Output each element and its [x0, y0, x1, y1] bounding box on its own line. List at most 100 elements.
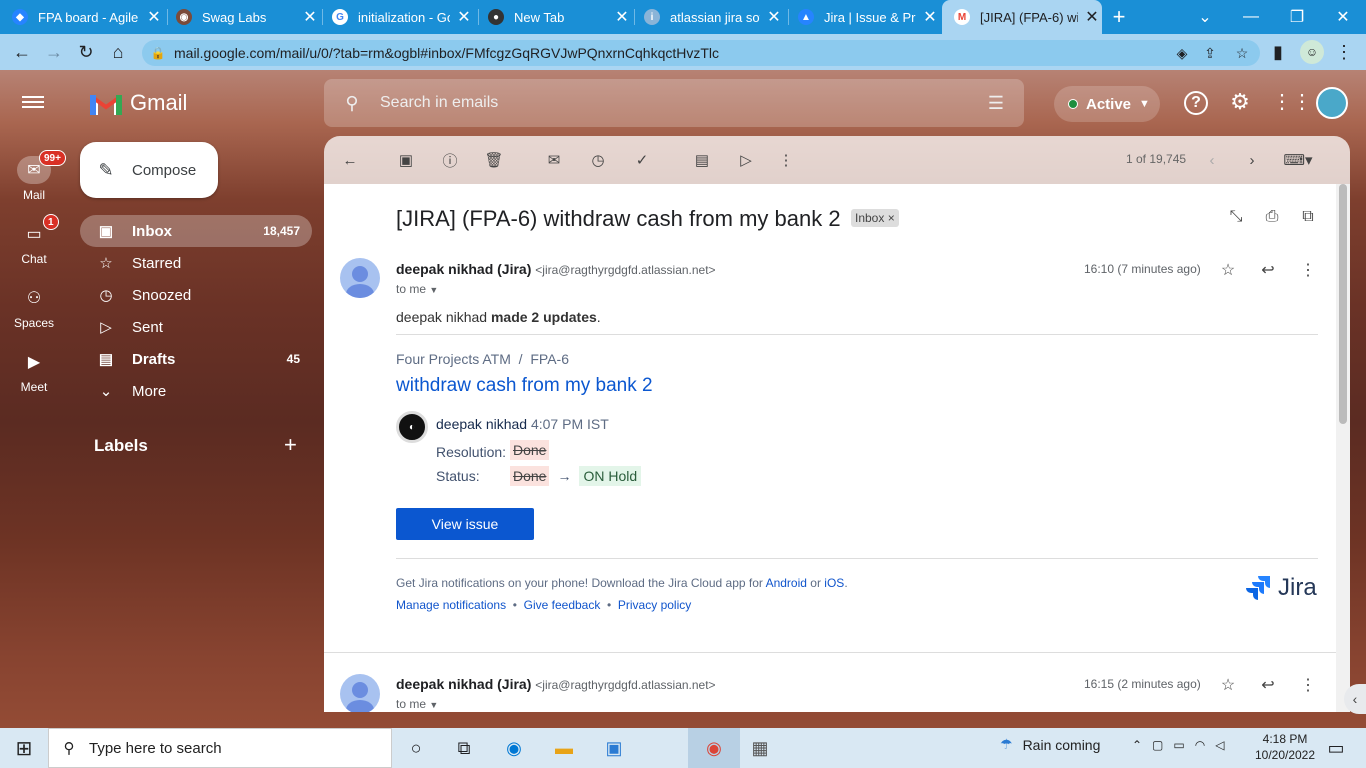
apps-grid-icon[interactable]: ⋮⋮: [1272, 89, 1312, 117]
ios-link[interactable]: iOS: [824, 576, 844, 590]
reply-icon[interactable]: ↩: [1258, 260, 1278, 280]
inbox-label-chip[interactable]: Inbox ×: [851, 209, 899, 227]
sender-avatar[interactable]: [340, 258, 380, 298]
rail-mail[interactable]: ✉ 99+ Mail: [0, 150, 68, 202]
scrollbar-thumb[interactable]: [1339, 184, 1347, 424]
browser-tab-active[interactable]: M [JIRA] (FPA-6) wit ✕: [942, 0, 1102, 34]
print-icon[interactable]: ⎙: [1262, 208, 1282, 226]
browser-tab[interactable]: ◉ Swag Labs ✕: [176, 0, 320, 34]
collapse-all-icon[interactable]: ⤡: [1226, 208, 1246, 226]
sender-name[interactable]: deepak nikhad (Jira): [396, 676, 531, 692]
close-window-button[interactable]: ✕: [1320, 0, 1366, 34]
clock[interactable]: 4:18 PM 10/20/2022: [1252, 731, 1318, 763]
main-menu-icon[interactable]: [22, 93, 44, 111]
breadcrumb-issue-key[interactable]: FPA-6: [530, 351, 569, 367]
search-input[interactable]: Search in emails: [380, 94, 968, 112]
more-options-icon[interactable]: ⋮: [1298, 675, 1318, 695]
minimize-button[interactable]: —: [1228, 0, 1274, 34]
profile-avatar[interactable]: ☺: [1300, 40, 1324, 64]
notification-icon[interactable]: ▭: [1322, 734, 1350, 762]
recipients-toggle[interactable]: to me ▼: [396, 282, 438, 296]
search-options-icon[interactable]: ☰: [968, 93, 1024, 114]
android-link[interactable]: Android: [766, 576, 807, 590]
sender-avatar[interactable]: [340, 674, 380, 712]
forward-icon[interactable]: →: [42, 40, 66, 64]
close-icon[interactable]: ✕: [920, 7, 940, 27]
star-icon[interactable]: ☆: [1218, 260, 1238, 280]
status-selector[interactable]: Active ▼: [1054, 86, 1160, 122]
star-icon[interactable]: ☆: [1218, 675, 1238, 695]
address-bar[interactable]: 🔒 mail.google.com/mail/u/0/?tab=rm&ogbl#…: [142, 40, 1260, 66]
recipients-toggle[interactable]: to me ▼: [396, 697, 438, 711]
close-icon[interactable]: ✕: [612, 7, 632, 27]
search-icon[interactable]: ⚲: [324, 93, 380, 114]
file-explorer-icon[interactable]: ▬: [550, 734, 578, 762]
rail-meet[interactable]: ▶ Meet: [0, 348, 68, 394]
gmail-logo[interactable]: Gmail: [90, 90, 187, 116]
extension-icon[interactable]: ◈: [1168, 45, 1196, 62]
reply-icon[interactable]: ↩: [1258, 675, 1278, 695]
nav-more[interactable]: ⌄ More: [80, 375, 312, 407]
share-icon[interactable]: ⇪: [1196, 45, 1224, 62]
more-options-icon[interactable]: ⋮: [776, 150, 796, 170]
chrome-taskbar-icon[interactable]: ◉: [688, 728, 740, 768]
privacy-policy-link[interactable]: Privacy policy: [618, 598, 691, 612]
windows-start-icon[interactable]: ⊞: [10, 734, 38, 762]
nav-inbox[interactable]: ▣ Inbox 18,457: [80, 215, 312, 247]
nav-snoozed[interactable]: ◷ Snoozed: [80, 279, 312, 311]
restore-button[interactable]: ❐: [1274, 0, 1320, 34]
archive-icon[interactable]: ▣: [396, 150, 416, 170]
mark-unread-icon[interactable]: ✉: [544, 150, 564, 170]
issue-title-link[interactable]: withdraw cash from my bank 2: [396, 375, 653, 397]
bookmark-star-icon[interactable]: ☆: [1224, 45, 1260, 62]
back-to-inbox-icon[interactable]: ←: [340, 150, 360, 170]
system-tray-icons[interactable]: ⌃▢▭◠◁: [1132, 738, 1234, 752]
back-icon[interactable]: ←: [10, 40, 34, 64]
search-box[interactable]: ⚲ Search in emails ☰: [324, 79, 1024, 127]
reload-icon[interactable]: ↻: [74, 40, 98, 64]
view-issue-button[interactable]: View issue: [396, 508, 534, 540]
browser-tab[interactable]: ◆ FPA board - Agile ✕: [12, 0, 164, 34]
desktop-app-icon[interactable]: ▣: [600, 734, 628, 762]
browser-tab[interactable]: i atlassian jira softw ✕: [644, 0, 784, 34]
close-icon[interactable]: ✕: [300, 7, 320, 27]
settings-gear-icon[interactable]: ⚙: [1228, 89, 1252, 117]
move-to-icon[interactable]: ▤: [692, 150, 712, 170]
older-chevron-icon[interactable]: ›: [1242, 150, 1262, 170]
add-label-icon[interactable]: +: [284, 432, 297, 458]
close-icon[interactable]: ✕: [1082, 7, 1102, 27]
close-icon[interactable]: ✕: [764, 7, 784, 27]
open-new-window-icon[interactable]: ⧉: [1298, 208, 1318, 226]
help-icon[interactable]: ?: [1184, 91, 1208, 115]
home-icon[interactable]: ⌂: [106, 40, 130, 64]
give-feedback-link[interactable]: Give feedback: [524, 598, 601, 612]
account-avatar[interactable]: [1316, 87, 1348, 119]
close-icon[interactable]: ✕: [144, 7, 164, 27]
taskbar-search-input[interactable]: Type here to search: [89, 740, 222, 757]
photos-app-icon[interactable]: ▦: [746, 734, 774, 762]
close-icon[interactable]: ✕: [454, 7, 474, 27]
input-tools-icon[interactable]: ⌨▾: [1280, 150, 1316, 170]
report-spam-icon[interactable]: ⓘ: [440, 150, 460, 170]
side-panel-toggle-icon[interactable]: ‹: [1344, 684, 1366, 714]
chrome-menu-icon[interactable]: ⋮: [1332, 40, 1356, 64]
rail-chat[interactable]: ▭ 1 Chat: [0, 214, 68, 266]
taskbar-search[interactable]: ⚲ Type here to search: [48, 728, 392, 768]
edge-icon[interactable]: ◉: [500, 734, 528, 762]
nav-drafts[interactable]: ▤ Drafts 45: [80, 343, 312, 375]
tab-search-icon[interactable]: ⌄: [1182, 0, 1228, 34]
nav-sent[interactable]: ▷ Sent: [80, 311, 312, 343]
compose-button[interactable]: ✎ Compose: [80, 142, 218, 198]
nav-starred[interactable]: ☆ Starred: [80, 247, 312, 279]
cortana-icon[interactable]: ○: [402, 734, 430, 762]
add-task-icon[interactable]: ✓: [632, 150, 652, 170]
scrollbar[interactable]: [1336, 184, 1350, 712]
side-panel-icon[interactable]: ▮: [1266, 40, 1290, 64]
browser-tab[interactable]: ● New Tab ✕: [488, 0, 632, 34]
sender-name[interactable]: deepak nikhad (Jira): [396, 261, 531, 277]
newer-chevron-icon[interactable]: ‹: [1202, 150, 1222, 170]
new-tab-button[interactable]: +: [1108, 6, 1130, 28]
snooze-icon[interactable]: ◷: [588, 150, 608, 170]
weather-widget[interactable]: ☂ Rain coming: [1000, 736, 1100, 753]
breadcrumb-project[interactable]: Four Projects ATM: [396, 351, 511, 367]
